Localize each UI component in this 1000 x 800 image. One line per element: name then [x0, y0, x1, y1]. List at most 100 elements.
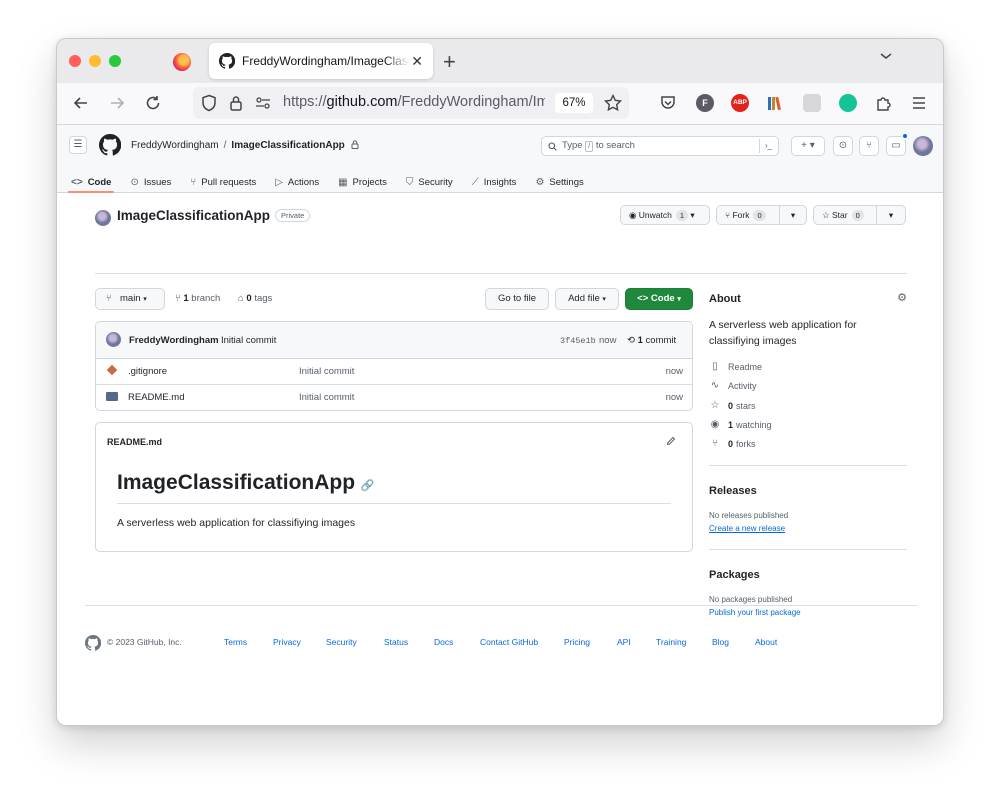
file-time: now: [665, 366, 683, 377]
new-tab-button[interactable]: +: [443, 49, 456, 75]
tab-close-icon[interactable]: ✕: [411, 53, 423, 70]
footer-link-security[interactable]: Security: [326, 637, 357, 647]
profile-f-icon[interactable]: F: [696, 94, 714, 112]
commit-message[interactable]: Initial commit: [221, 335, 276, 346]
file-row[interactable]: .gitignore Initial commit now: [96, 359, 692, 384]
create-new-button[interactable]: + ▾: [791, 136, 825, 156]
tab-insights[interactable]: ⟋ Insights: [472, 171, 517, 193]
releases-heading[interactable]: Releases: [709, 485, 757, 497]
footer-link-terms[interactable]: Terms: [224, 637, 247, 647]
unwatch-label: Unwatch: [638, 210, 672, 220]
footer-link-blog[interactable]: Blog: [712, 637, 729, 647]
create-release-link[interactable]: Create a new release: [709, 524, 785, 533]
pocket-icon[interactable]: [659, 94, 677, 112]
minimize-window-button[interactable]: [89, 55, 101, 67]
footer-link-privacy[interactable]: Privacy: [273, 637, 301, 647]
footer-link-api[interactable]: API: [617, 637, 631, 647]
tab-pull-requests[interactable]: ⑂ Pull requests: [190, 171, 256, 193]
breadcrumb-repo[interactable]: ImageClassificationApp: [231, 140, 344, 151]
branch-select-button[interactable]: ⑂ main ▾: [95, 288, 165, 310]
star-button[interactable]: ☆ Star 0: [813, 205, 877, 225]
bookmark-star-icon[interactable]: [603, 93, 623, 113]
repo-title[interactable]: ImageClassificationApp: [117, 208, 270, 223]
file-name[interactable]: README.md: [128, 392, 184, 403]
commit-author-avatar[interactable]: [106, 332, 121, 347]
packages-heading[interactable]: Packages: [709, 569, 760, 581]
activity-link[interactable]: ∿ Activity: [709, 380, 757, 391]
add-file-button[interactable]: Add file ▾: [555, 288, 619, 310]
inbox-icon[interactable]: ▭: [886, 136, 906, 156]
back-arrow-icon[interactable]: [71, 93, 91, 113]
footer-link-status[interactable]: Status: [384, 637, 408, 647]
footer-link-training[interactable]: Training: [656, 637, 686, 647]
footer-link-pricing[interactable]: Pricing: [564, 637, 590, 647]
star-dropdown-button[interactable]: ▾: [876, 205, 906, 225]
commit-author[interactable]: FreddyWordingham: [129, 335, 219, 346]
global-menu-button[interactable]: ☰: [69, 136, 87, 154]
fork-icon: ⑂: [725, 210, 731, 220]
command-palette-icon[interactable]: ›_: [759, 139, 777, 153]
extensions-puzzle-icon[interactable]: [875, 94, 893, 112]
commit-sha[interactable]: 3f45e1b: [560, 336, 596, 346]
zoom-level-badge[interactable]: 67%: [555, 93, 593, 113]
tab-security[interactable]: ⛉ Security: [406, 171, 453, 193]
github-mark-icon[interactable]: [85, 635, 101, 651]
tracking-protection-shield-icon[interactable]: [201, 94, 217, 112]
code-button[interactable]: <> Code ▾: [625, 288, 693, 310]
pull-request-icon: ⑂: [190, 176, 197, 188]
forks-link[interactable]: ⑂ 0 forks: [709, 438, 756, 449]
gear-icon[interactable]: ⚙: [897, 291, 907, 304]
footer-link-docs[interactable]: Docs: [434, 637, 453, 647]
chevron-down-icon: ▾: [677, 296, 681, 303]
file-name[interactable]: .gitignore: [128, 366, 167, 377]
fork-dropdown-button[interactable]: ▾: [779, 205, 807, 225]
close-window-button[interactable]: [69, 55, 81, 67]
readme-link[interactable]: ▯ Readme: [709, 361, 762, 372]
footer-link-contact[interactable]: Contact GitHub: [480, 637, 538, 647]
library-icon[interactable]: [766, 94, 784, 112]
site-permissions-icon[interactable]: [255, 96, 271, 110]
search-prefix: Type: [562, 140, 583, 151]
tab-list-chevron-icon[interactable]: [879, 51, 893, 61]
fork-button[interactable]: ⑂ Fork 0: [716, 205, 780, 225]
pull-requests-icon[interactable]: ⑂: [859, 136, 879, 156]
anchor-link-icon[interactable]: 🔗: [361, 480, 375, 492]
breadcrumb-owner[interactable]: FreddyWordingham: [131, 140, 219, 151]
firefox-view-icon[interactable]: [173, 53, 191, 71]
tab-actions[interactable]: ▷ Actions: [275, 171, 319, 193]
tab-settings[interactable]: ⚙ Settings: [535, 171, 583, 193]
url-bar[interactable]: https://github.com/FreddyWordingham/Imag…: [193, 87, 629, 119]
tab-projects[interactable]: ▦ Projects: [338, 171, 387, 193]
footer-link-about[interactable]: About: [755, 637, 777, 647]
adblock-plus-icon[interactable]: ABP: [731, 94, 749, 112]
branch-count-icon: ⑂: [175, 293, 181, 304]
unwatch-button[interactable]: ◉ Unwatch 1 ▾: [620, 205, 710, 225]
file-row[interactable]: README.md Initial commit now: [96, 384, 692, 409]
reload-icon[interactable]: [143, 93, 163, 113]
file-commit-message[interactable]: Initial commit: [299, 366, 354, 377]
go-to-file-button[interactable]: Go to file: [485, 288, 549, 310]
extension-grey-icon[interactable]: [803, 94, 821, 112]
gear-icon: ⚙: [535, 176, 545, 188]
user-avatar[interactable]: [913, 136, 933, 156]
issues-icon[interactable]: ⊙: [833, 136, 853, 156]
watchers-link[interactable]: ◉ 1 watching: [709, 419, 772, 430]
hamburger-menu-icon[interactable]: [911, 95, 927, 111]
browser-tab-active[interactable]: FreddyWordingham/ImageClassificationApp …: [209, 43, 433, 79]
grammarly-icon[interactable]: [839, 94, 857, 112]
branches-link[interactable]: ⑂ 1 branch: [175, 293, 220, 304]
search-input[interactable]: Type / to search ›_: [541, 136, 779, 156]
owner-avatar[interactable]: [95, 210, 111, 226]
lock-icon[interactable]: [229, 94, 243, 112]
github-logo-icon[interactable]: [99, 134, 121, 156]
tab-issues[interactable]: ⊙ Issues: [130, 171, 171, 193]
pencil-edit-icon[interactable]: [666, 436, 676, 446]
stars-link[interactable]: ☆ 0 stars: [709, 400, 756, 411]
file-commit-message[interactable]: Initial commit: [299, 392, 354, 403]
tags-link[interactable]: ⌂ 0 tags: [238, 293, 272, 304]
forward-arrow-icon[interactable]: [107, 93, 127, 113]
commit-history-link[interactable]: ⟲ 1 commit: [627, 335, 676, 346]
publish-package-link[interactable]: Publish your first package: [709, 608, 801, 617]
zoom-window-button[interactable]: [109, 55, 121, 67]
tab-code[interactable]: <> Code: [67, 171, 115, 193]
